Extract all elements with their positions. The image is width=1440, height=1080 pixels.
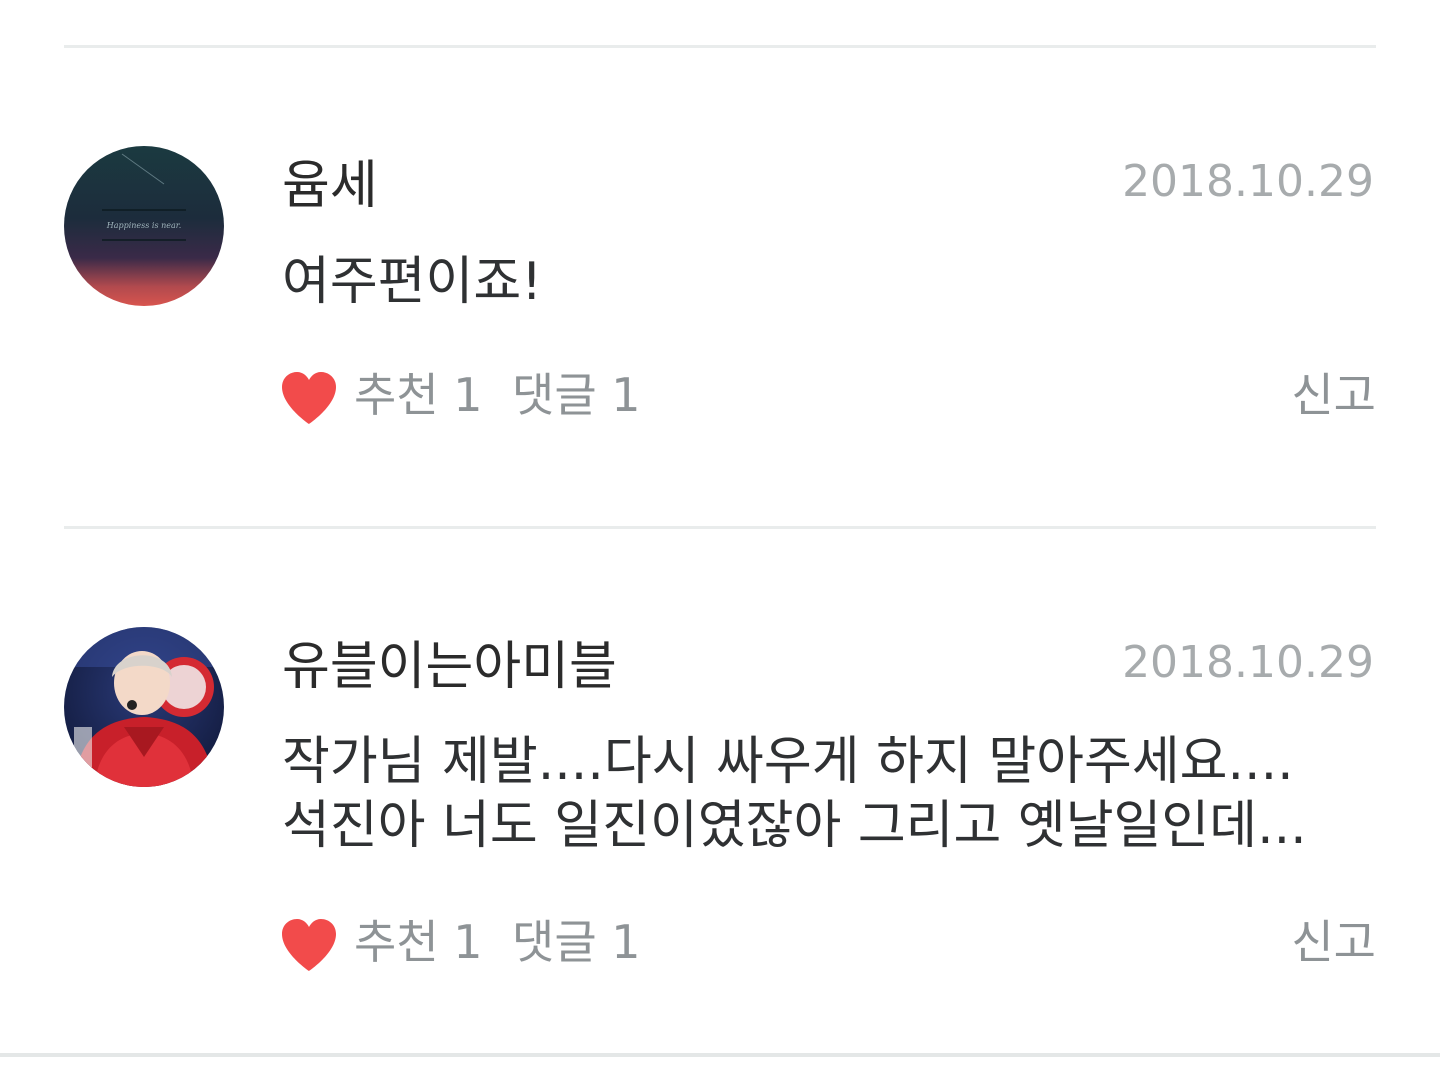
divider (64, 45, 1376, 48)
divider (64, 526, 1376, 529)
reply-count[interactable]: 댓글 1 (512, 919, 641, 965)
comment-line: 작가님 제발....다시 싸우게 하지 말아주세요.... (282, 732, 1294, 792)
report-button[interactable]: 신고 (1291, 919, 1376, 965)
heart-icon[interactable] (280, 370, 338, 426)
heart-icon[interactable] (280, 917, 338, 973)
username[interactable]: 윰세 (282, 160, 378, 212)
username[interactable]: 유블이는아미블 (282, 641, 617, 693)
report-button[interactable]: 신고 (1291, 372, 1376, 418)
divider (0, 1053, 1440, 1057)
reply-count[interactable]: 댓글 1 (512, 372, 641, 418)
comment-text: 작가님 제발....다시 싸우게 하지 말아주세요.... 석진아 너도 일진이… (282, 730, 1392, 858)
comment-actions: 추천 1 댓글 1 신고 (280, 370, 1376, 430)
comment-list: Happiness is near. 윰세 2018.10.29 여주편이죠! … (0, 0, 1440, 1080)
like-count[interactable]: 추천 1 (354, 919, 483, 965)
avatar[interactable] (64, 627, 224, 787)
night-sky-avatar-icon: Happiness is near. (64, 146, 224, 306)
like-count[interactable]: 추천 1 (354, 372, 483, 418)
avatar-caption: Happiness is near. (106, 221, 182, 230)
comment-line: 여주편이죠! (282, 252, 543, 312)
avatar[interactable]: Happiness is near. (64, 146, 224, 306)
comment-text: 여주편이죠! (282, 250, 1392, 314)
comment-date: 2018.10.29 (1122, 637, 1374, 688)
comment-actions: 추천 1 댓글 1 신고 (280, 917, 1376, 977)
comment-date: 2018.10.29 (1122, 156, 1374, 207)
person-in-red-avatar-icon (64, 627, 224, 787)
comment-line: 석진아 너도 일진이였잖아 그리고 옛날일인데... (282, 796, 1307, 856)
